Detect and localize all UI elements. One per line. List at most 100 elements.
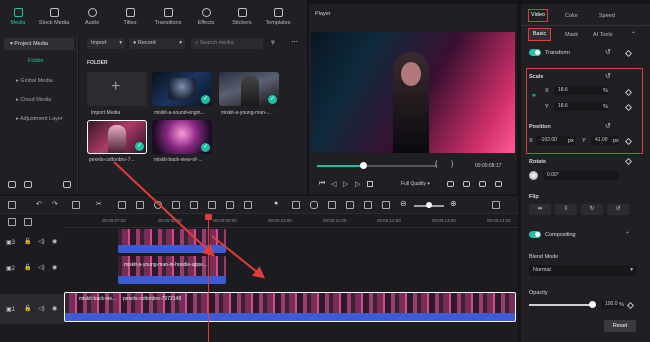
search-input[interactable]: Search media bbox=[200, 40, 234, 46]
split-icon[interactable]: ✂ bbox=[96, 200, 102, 208]
sidebar-item-global-media[interactable]: ▸ Global Media bbox=[4, 74, 53, 88]
tab-color[interactable]: Color bbox=[565, 13, 578, 19]
media-thumbnail[interactable]: ✓ bbox=[219, 72, 279, 106]
quality-dropdown[interactable]: Full Quality ▾ bbox=[401, 181, 430, 187]
mute-icon[interactable]: ◁) bbox=[38, 305, 45, 312]
subtab-basic[interactable]: Basic bbox=[528, 28, 551, 41]
eye-icon[interactable]: ◉ bbox=[52, 305, 57, 312]
tab-speed[interactable]: Speed bbox=[599, 13, 615, 19]
eye-icon[interactable]: ◉ bbox=[52, 264, 57, 271]
sidebar-item-folder[interactable]: Folder bbox=[16, 54, 44, 68]
zoom-in-icon[interactable]: ⊕ bbox=[450, 199, 457, 208]
tab-transitions[interactable]: Transitions bbox=[150, 8, 186, 26]
tab-stock-media[interactable]: Stock Media bbox=[36, 8, 72, 26]
redo-icon[interactable]: ↷ bbox=[52, 200, 58, 208]
tab-media[interactable]: Media bbox=[0, 8, 36, 26]
layout-icon[interactable] bbox=[492, 201, 500, 209]
import-dropdown[interactable]: Import ▾ bbox=[87, 38, 125, 49]
crop-icon[interactable] bbox=[118, 201, 126, 209]
new-folder-icon[interactable] bbox=[8, 181, 16, 188]
media-thumbnail[interactable]: ✓ bbox=[152, 72, 212, 106]
keyframe-icon[interactable] bbox=[624, 49, 633, 58]
zoom-slider-knob[interactable] bbox=[426, 202, 432, 208]
expand-icon[interactable]: ⌃ bbox=[631, 31, 636, 38]
image-icon[interactable] bbox=[346, 201, 354, 209]
zoom-out-icon[interactable]: ⊖ bbox=[400, 199, 407, 208]
audio-icon[interactable] bbox=[479, 181, 486, 187]
import-media-tile[interactable]: + bbox=[87, 72, 147, 106]
reset-button[interactable]: Reset bbox=[604, 320, 636, 332]
record-icon[interactable]: ● bbox=[274, 200, 278, 207]
tab-audio[interactable]: Audio bbox=[74, 8, 110, 26]
scale-y-input[interactable]: 18.6 bbox=[554, 102, 608, 111]
flip-vertical-button[interactable]: ⇳ bbox=[555, 204, 577, 215]
link-icon[interactable]: ⚭ bbox=[531, 92, 537, 100]
blend-mode-select[interactable]: Normal ▾ bbox=[529, 265, 637, 276]
sidebar-item-adjustment-layer[interactable]: ▸ Adjustment Layer bbox=[4, 112, 63, 126]
mic-icon[interactable] bbox=[310, 201, 318, 209]
delete-icon[interactable] bbox=[72, 201, 80, 209]
opacity-slider-knob[interactable] bbox=[589, 301, 596, 308]
eye-icon[interactable]: ◉ bbox=[52, 238, 57, 245]
tab-effects[interactable]: Effects bbox=[188, 8, 224, 26]
fit-icon[interactable] bbox=[447, 181, 454, 187]
sidebar-item-project-media[interactable]: ▾ Project Media bbox=[4, 38, 74, 50]
flip-horizontal-button[interactable]: ⇹ bbox=[529, 204, 551, 215]
subtab-mask[interactable]: Mask bbox=[565, 32, 578, 38]
link-icon[interactable] bbox=[24, 218, 32, 226]
tab-video[interactable]: Video bbox=[528, 9, 548, 22]
tab-templates[interactable]: Templates bbox=[260, 8, 296, 26]
adjust-icon[interactable] bbox=[208, 201, 216, 209]
compositing-toggle[interactable] bbox=[529, 231, 541, 238]
folder-icon[interactable] bbox=[24, 181, 32, 188]
lock-icon[interactable]: 🔓 bbox=[24, 264, 31, 271]
playhead-line[interactable] bbox=[208, 216, 209, 342]
speed-icon[interactable] bbox=[154, 201, 162, 209]
sidebar-item-cloud-media[interactable]: ▸ Cloud Media bbox=[4, 93, 51, 107]
step-back-icon[interactable]: ◁ bbox=[331, 180, 336, 188]
color-icon[interactable] bbox=[172, 201, 180, 209]
record-dropdown[interactable]: ● Record ▾ bbox=[129, 38, 185, 49]
playhead-knob[interactable] bbox=[360, 162, 367, 169]
keyframe-icon[interactable] bbox=[244, 201, 252, 209]
tab-stickers[interactable]: Stickers bbox=[224, 8, 260, 26]
mute-icon[interactable]: ◁) bbox=[38, 238, 45, 245]
stop-icon[interactable] bbox=[367, 181, 373, 187]
filter-icon[interactable]: ⩔ bbox=[271, 39, 275, 47]
media-thumbnail-selected[interactable]: ✓ bbox=[87, 120, 147, 154]
mute-icon[interactable]: ◁) bbox=[38, 264, 45, 271]
timeline-clip[interactable] bbox=[118, 229, 226, 253]
audio-icon[interactable] bbox=[190, 201, 198, 209]
timeline-clip[interactable]: miskit-a-young-man-in-hoodie-appe... bbox=[118, 256, 226, 284]
snapshot-icon[interactable] bbox=[463, 181, 470, 187]
lock-icon[interactable]: 🔓 bbox=[24, 305, 31, 312]
rotate-right-button[interactable]: ↻ bbox=[581, 204, 603, 215]
snap-icon[interactable] bbox=[382, 201, 390, 209]
expand-icon[interactable]: ⌃ bbox=[625, 231, 630, 238]
playhead-handle[interactable] bbox=[205, 214, 212, 220]
ai-icon[interactable] bbox=[364, 201, 372, 209]
timeline-clip-pexels[interactable]: miskit-back-vie... pexels-cottonbro-7972… bbox=[64, 292, 516, 322]
mark-in-icon[interactable]: { bbox=[435, 161, 437, 168]
scale-x-input[interactable]: 18.6 bbox=[554, 86, 608, 95]
reset-icon[interactable]: ↺ bbox=[605, 72, 611, 80]
opacity-slider-track[interactable] bbox=[529, 304, 593, 306]
play-icon[interactable]: ▷ bbox=[343, 180, 348, 188]
media-thumbnail[interactable]: ✓ bbox=[152, 120, 212, 154]
mark-out-icon[interactable]: } bbox=[451, 161, 453, 168]
rotate-dial[interactable] bbox=[529, 171, 538, 180]
rotate-left-button[interactable]: ↺ bbox=[607, 204, 629, 215]
fullscreen-icon[interactable] bbox=[495, 181, 502, 187]
lock-icon[interactable]: 🔓 bbox=[24, 238, 31, 245]
search-field[interactable]: ⌕ Search media bbox=[191, 38, 263, 49]
layers-icon[interactable] bbox=[328, 201, 336, 209]
reset-icon[interactable]: ↺ bbox=[605, 122, 611, 130]
keyframe-icon[interactable] bbox=[626, 301, 635, 310]
text-icon[interactable] bbox=[136, 201, 144, 209]
step-forward-icon[interactable]: ▷ bbox=[355, 180, 360, 188]
keyframe-icon[interactable] bbox=[624, 157, 633, 166]
undo-icon[interactable]: ↶ bbox=[36, 200, 42, 208]
prev-frame-icon[interactable]: ⏮ bbox=[319, 180, 325, 188]
grid-icon[interactable] bbox=[8, 201, 16, 209]
effects-icon[interactable] bbox=[226, 201, 234, 209]
